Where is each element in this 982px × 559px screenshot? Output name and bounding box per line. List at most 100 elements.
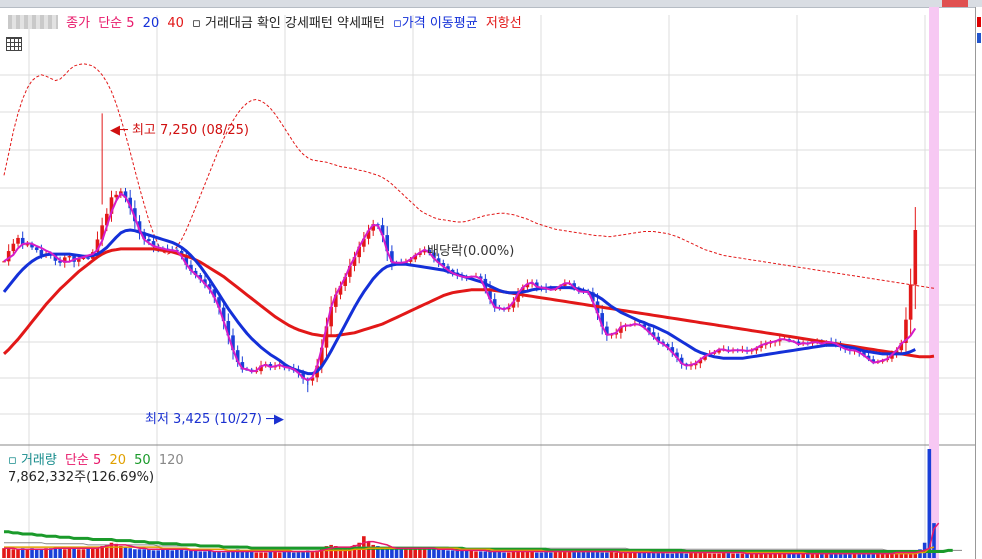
volume-bar [450, 550, 455, 558]
volume-bar [268, 551, 273, 558]
volume-bar [301, 551, 305, 558]
legend-close[interactable]: 종가 [66, 16, 90, 31]
volume-bar [254, 552, 259, 558]
volume-bar [502, 552, 506, 558]
volume-bar [81, 549, 86, 558]
volume-bar [58, 548, 62, 558]
right-scroll-edge[interactable] [975, 7, 982, 559]
volume-bar [726, 552, 731, 558]
high-label: 최고 7,250 (08/25) [131, 123, 249, 138]
volume-bar [432, 549, 436, 558]
volume-bar [76, 549, 81, 558]
volume-bar [221, 552, 226, 558]
volume-bar [137, 549, 142, 558]
volume-bar [516, 551, 520, 558]
volume-bar [441, 549, 446, 558]
volume-bar [506, 552, 511, 558]
volume-bar [123, 547, 128, 558]
volume-bar [492, 551, 497, 558]
volume-bar [609, 551, 614, 558]
candle-body [86, 257, 90, 259]
candle-body [11, 243, 16, 252]
volume-bar [184, 550, 189, 558]
volume-bar [707, 553, 712, 558]
volume-bar [259, 552, 263, 558]
volume-bar [161, 549, 165, 558]
legend-vol-ma120[interactable]: 120 [159, 453, 184, 468]
volume-bar [497, 551, 502, 558]
arrow-left-icon: ◀ [110, 123, 120, 138]
volume-bar [34, 549, 39, 558]
volume-bar [310, 551, 315, 558]
volume-value: 7,862,332주(126.69%) [8, 470, 155, 485]
low-label: 최저 3,425 (10/27) [145, 412, 263, 427]
volume-bar [62, 549, 67, 558]
volume-bar [249, 551, 254, 558]
volume-bar [600, 552, 604, 558]
volume-bar [142, 549, 147, 558]
edge-marker-blue [977, 33, 981, 43]
volume-bar [170, 550, 175, 558]
volume-bar [399, 549, 404, 558]
volume-bar [474, 551, 478, 558]
volume-bar [647, 552, 651, 558]
volume-bar [605, 552, 609, 558]
volume-bar [721, 552, 726, 558]
volume-bar [212, 551, 217, 558]
volume-bar [6, 548, 11, 558]
legend-ma40[interactable]: 40 [167, 16, 184, 31]
candle-body [16, 237, 20, 244]
volume-bar [16, 549, 20, 558]
volume-bar [679, 552, 684, 558]
volume-bar [151, 550, 156, 558]
volume-bar [572, 551, 576, 558]
volume-bar [525, 551, 530, 558]
volume-bar [263, 552, 268, 558]
volume-bar [712, 553, 717, 558]
volume-bar [619, 552, 623, 558]
volume-bar [586, 551, 590, 558]
volume-bar [25, 549, 30, 558]
volume-bar [446, 550, 450, 558]
volume-bar [282, 551, 287, 558]
legend-ma5[interactable]: 단순 5 [98, 16, 134, 31]
volume-bar [67, 548, 72, 558]
candle-body [34, 247, 39, 251]
volume-bar [548, 552, 553, 558]
volume-bar [390, 549, 394, 558]
volume-bar [717, 553, 721, 558]
volume-bar [581, 551, 586, 558]
legend-resistance[interactable]: 저항선 [486, 16, 522, 31]
volume-bar [287, 551, 291, 558]
volume-bar [553, 551, 558, 558]
volume-bar [90, 548, 95, 558]
volume-bar [693, 552, 698, 558]
volume-bar [675, 552, 679, 558]
candle-body [147, 239, 151, 242]
volume-bar [511, 551, 516, 558]
candle-body [913, 230, 918, 285]
legend-volume-patterns[interactable]: ▫ 거래대금 확인 강세패턴 약세패턴 [192, 16, 385, 31]
volume-bar [291, 552, 296, 558]
dividend-annotation: 배당락(0.00%) [427, 240, 514, 259]
candle-body [67, 256, 72, 258]
volume-bar [520, 551, 525, 558]
volume-bar [591, 551, 595, 558]
volume-bar [245, 551, 249, 558]
volume-bar [464, 550, 469, 558]
volume-bar [133, 549, 137, 558]
volume-bar [217, 551, 221, 558]
volume-bar [86, 548, 90, 558]
volume-bar [436, 549, 441, 558]
grid-icon[interactable] [6, 37, 22, 51]
volume-bar [670, 553, 675, 558]
volume-bar [366, 541, 371, 558]
legend-price-ma[interactable]: ▫가격 이동평균 [393, 16, 478, 31]
price-legend: 종가 단순 5 20 40 ▫ 거래대금 확인 강세패턴 약세패턴 ▫가격 이동… [8, 12, 526, 31]
legend-ma20[interactable]: 20 [143, 16, 160, 31]
volume-bar [740, 553, 745, 558]
candle-body [25, 244, 30, 246]
volume-bar [207, 550, 212, 558]
volume-bar [703, 552, 707, 558]
volume-bar [128, 548, 132, 558]
